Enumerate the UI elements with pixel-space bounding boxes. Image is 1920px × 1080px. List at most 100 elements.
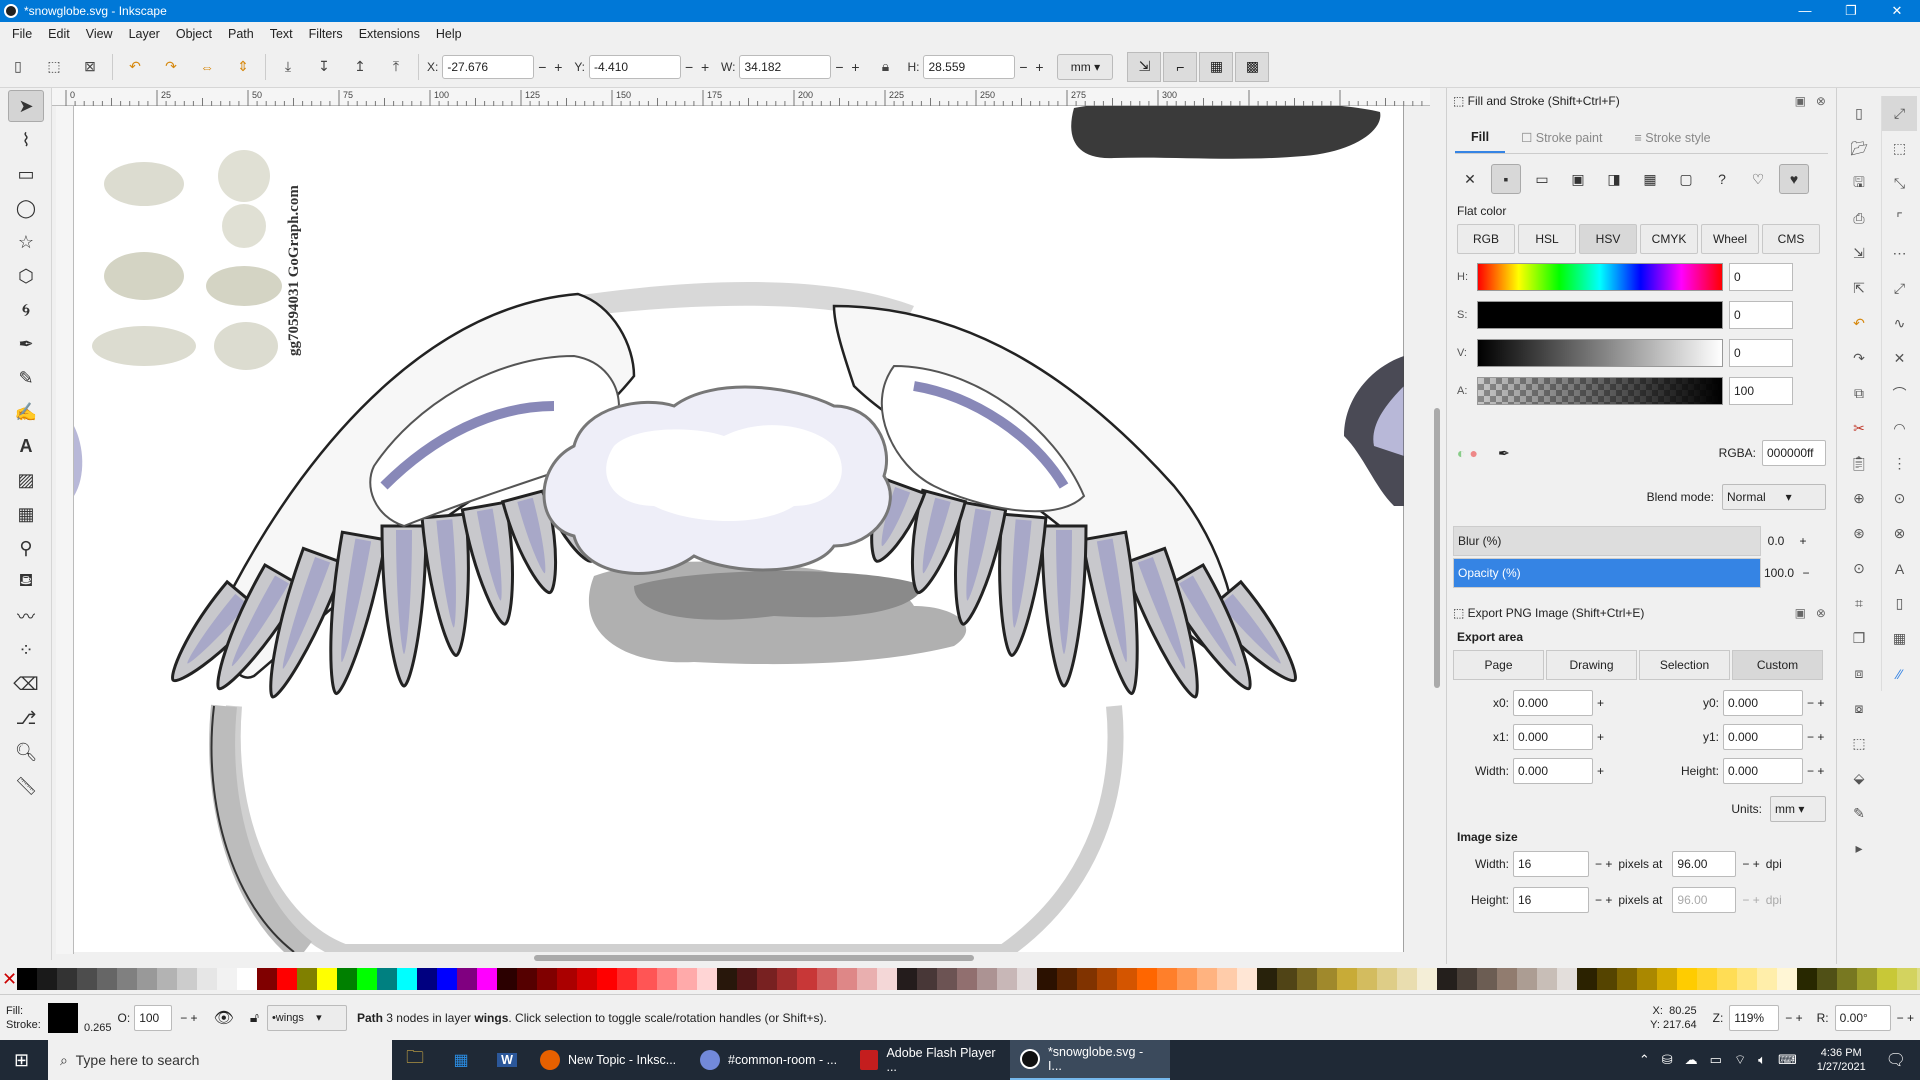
- pen-tool-icon[interactable]: ✒: [8, 328, 44, 360]
- notifications-icon[interactable]: 🗨︎: [1886, 1050, 1906, 1070]
- open-icon[interactable]: 📂︎: [1841, 131, 1877, 166]
- taskbar-app-firefox[interactable]: New Topic - Inksc...: [530, 1040, 690, 1080]
- color-swatch[interactable]: [597, 968, 618, 990]
- alpha-slider[interactable]: [1477, 377, 1723, 405]
- color-swatch[interactable]: [1657, 968, 1678, 990]
- value-slider[interactable]: [1477, 339, 1723, 367]
- hue-input[interactable]: 0: [1729, 263, 1793, 291]
- color-swatch[interactable]: [1077, 968, 1098, 990]
- snap-bbox-icon[interactable]: ⬚: [1882, 131, 1917, 166]
- x-input[interactable]: -27.676: [442, 54, 535, 79]
- color-swatch[interactable]: [1017, 968, 1038, 990]
- new-document-icon[interactable]: ▯: [1841, 96, 1877, 131]
- rgba-input[interactable]: 000000ff: [1762, 440, 1826, 466]
- layer-visibility-icon[interactable]: 👁︎: [214, 1008, 234, 1028]
- color-swatch[interactable]: [37, 968, 58, 990]
- save-icon[interactable]: 🖫: [1841, 166, 1877, 201]
- export-width-input[interactable]: 0.000: [1513, 758, 1593, 784]
- linear-gradient-icon[interactable]: ▭: [1527, 164, 1557, 194]
- drawing-canvas[interactable]: gg70594031 GoGraph.com: [74, 106, 1404, 952]
- color-swatch[interactable]: [1577, 968, 1598, 990]
- image-height-input[interactable]: 16: [1513, 887, 1589, 913]
- color-swatch[interactable]: [937, 968, 958, 990]
- color-swatch[interactable]: [137, 968, 158, 990]
- color-swatch[interactable]: [317, 968, 338, 990]
- flip-horizontal-icon[interactable]: ⇔: [196, 56, 218, 78]
- text-tool-icon[interactable]: A: [8, 430, 44, 462]
- opacity-status-input[interactable]: 100: [134, 1004, 173, 1031]
- color-swatch[interactable]: [1557, 968, 1578, 990]
- taskbar-app-discord[interactable]: #common-room - ...: [690, 1040, 850, 1080]
- x-increment[interactable]: +: [550, 59, 566, 75]
- scale-stroke-icon[interactable]: ⇲: [1127, 51, 1162, 82]
- select-all-layers-icon[interactable]: ⬚: [43, 56, 65, 78]
- color-swatch[interactable]: [1457, 968, 1478, 990]
- blur-value[interactable]: 0.0: [1761, 534, 1791, 548]
- snap-toggle-icon[interactable]: ⤢: [1882, 96, 1917, 131]
- color-swatch[interactable]: [357, 968, 378, 990]
- unit-select[interactable]: mm ▾: [1057, 53, 1114, 80]
- color-swatch[interactable]: [737, 968, 758, 990]
- taskbar-app-inkscape[interactable]: *snowglobe.svg - I...: [1010, 1040, 1170, 1080]
- color-swatch[interactable]: [97, 968, 118, 990]
- rotation-input[interactable]: 0.00°: [1834, 1004, 1891, 1031]
- x0-input[interactable]: 0.000: [1513, 690, 1593, 716]
- menu-layer[interactable]: Layer: [121, 27, 168, 41]
- snap-nodes-icon[interactable]: ⤢: [1882, 271, 1917, 306]
- color-swatch[interactable]: [957, 968, 978, 990]
- color-swatch[interactable]: [1097, 968, 1118, 990]
- color-swatch[interactable]: [1617, 968, 1638, 990]
- color-swatch[interactable]: [1477, 968, 1498, 990]
- swatch-icon[interactable]: ▢: [1671, 164, 1701, 194]
- pattern-icon[interactable]: ▦: [1635, 164, 1665, 194]
- color-swatch[interactable]: [1517, 968, 1538, 990]
- maximize-button[interactable]: ❐: [1828, 0, 1874, 22]
- unset-paint-icon[interactable]: ?: [1707, 164, 1737, 194]
- menu-help[interactable]: Help: [428, 27, 470, 41]
- taskbar-search[interactable]: ⌕ Type here to search: [48, 1040, 392, 1080]
- transform-patterns-icon[interactable]: ▩: [1235, 51, 1270, 82]
- color-swatch[interactable]: [1137, 968, 1158, 990]
- snap-bbox-corners-icon[interactable]: ⌜: [1882, 201, 1917, 236]
- color-swatch[interactable]: [717, 968, 738, 990]
- tray-chevron-icon[interactable]: ⌃: [1639, 1052, 1650, 1068]
- radial-gradient-icon[interactable]: ▣: [1563, 164, 1593, 194]
- tab-stroke-style[interactable]: ≡ Stroke style: [1618, 122, 1726, 153]
- color-swatch[interactable]: [537, 968, 558, 990]
- eraser-tool-icon[interactable]: ⌫: [8, 668, 44, 700]
- zoom-input[interactable]: 119%: [1729, 1004, 1780, 1031]
- color-swatch[interactable]: [1237, 968, 1258, 990]
- mode-cmyk[interactable]: CMYK: [1640, 224, 1698, 254]
- snap-paths-icon[interactable]: ∿: [1882, 306, 1917, 341]
- windows-start-icon[interactable]: ⊞: [14, 1050, 29, 1071]
- copy-icon[interactable]: ⧉: [1841, 376, 1877, 411]
- menu-text[interactable]: Text: [262, 27, 301, 41]
- y-decrement[interactable]: −: [681, 59, 697, 75]
- w-input[interactable]: 34.182: [739, 54, 832, 79]
- color-swatch[interactable]: [797, 968, 818, 990]
- lower-to-bottom-icon[interactable]: ⤓: [277, 56, 299, 78]
- menu-path[interactable]: Path: [220, 27, 262, 41]
- horizontal-scrollbar[interactable]: [74, 952, 1430, 964]
- color-swatch[interactable]: [1877, 968, 1898, 990]
- spiral-tool-icon[interactable]: 🌀︎: [8, 294, 44, 326]
- image-width-input[interactable]: 16: [1513, 851, 1589, 877]
- rotate-cw-icon[interactable]: ↷: [160, 56, 182, 78]
- color-swatch[interactable]: [817, 968, 838, 990]
- y1-input[interactable]: 0.000: [1723, 724, 1803, 750]
- color-swatch[interactable]: [397, 968, 418, 990]
- onedrive-icon[interactable]: ☁: [1685, 1052, 1698, 1068]
- tweak-tool-icon[interactable]: 〰: [8, 600, 44, 632]
- zoom-drawing-icon[interactable]: ⊛: [1841, 516, 1877, 551]
- more-commands-icon[interactable]: ▸: [1841, 831, 1877, 866]
- export-drawing-button[interactable]: Drawing: [1546, 650, 1637, 680]
- color-swatch[interactable]: [1637, 968, 1658, 990]
- saturation-input[interactable]: 0: [1729, 301, 1793, 329]
- x1-input[interactable]: 0.000: [1513, 724, 1593, 750]
- color-swatch[interactable]: [297, 968, 318, 990]
- print-icon[interactable]: ⎙: [1841, 201, 1877, 236]
- pencil-tool-icon[interactable]: ✎: [8, 362, 44, 394]
- y0-input[interactable]: 0.000: [1723, 690, 1803, 716]
- color-swatch[interactable]: [1177, 968, 1198, 990]
- rectangle-tool-icon[interactable]: ▭: [8, 158, 44, 190]
